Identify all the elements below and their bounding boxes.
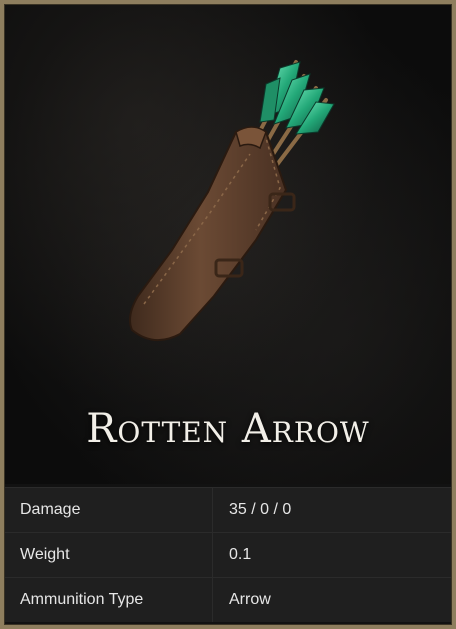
stat-row-damage: Damage 35 / 0 / 0 (4, 487, 452, 533)
stat-row-weight: Weight 0.1 (4, 532, 452, 578)
arrow-fletching (259, 61, 335, 135)
stat-value: 0.1 (212, 532, 452, 578)
stat-value: Arrow (212, 577, 452, 622)
item-card: Rotten Arrow Damage 35 / 0 / 0 Weight 0.… (0, 0, 456, 629)
stat-label: Ammunition Type (4, 577, 213, 622)
stat-label: Damage (4, 487, 213, 533)
item-title: Rotten Arrow (86, 406, 370, 452)
stat-label: Weight (4, 532, 213, 578)
stat-value: 35 / 0 / 0 (212, 487, 452, 533)
quiver-body (129, 126, 296, 341)
item-stats-table: Damage 35 / 0 / 0 Weight 0.1 Ammunition … (4, 487, 452, 622)
stat-row-ammunition-type: Ammunition Type Arrow (4, 577, 452, 622)
